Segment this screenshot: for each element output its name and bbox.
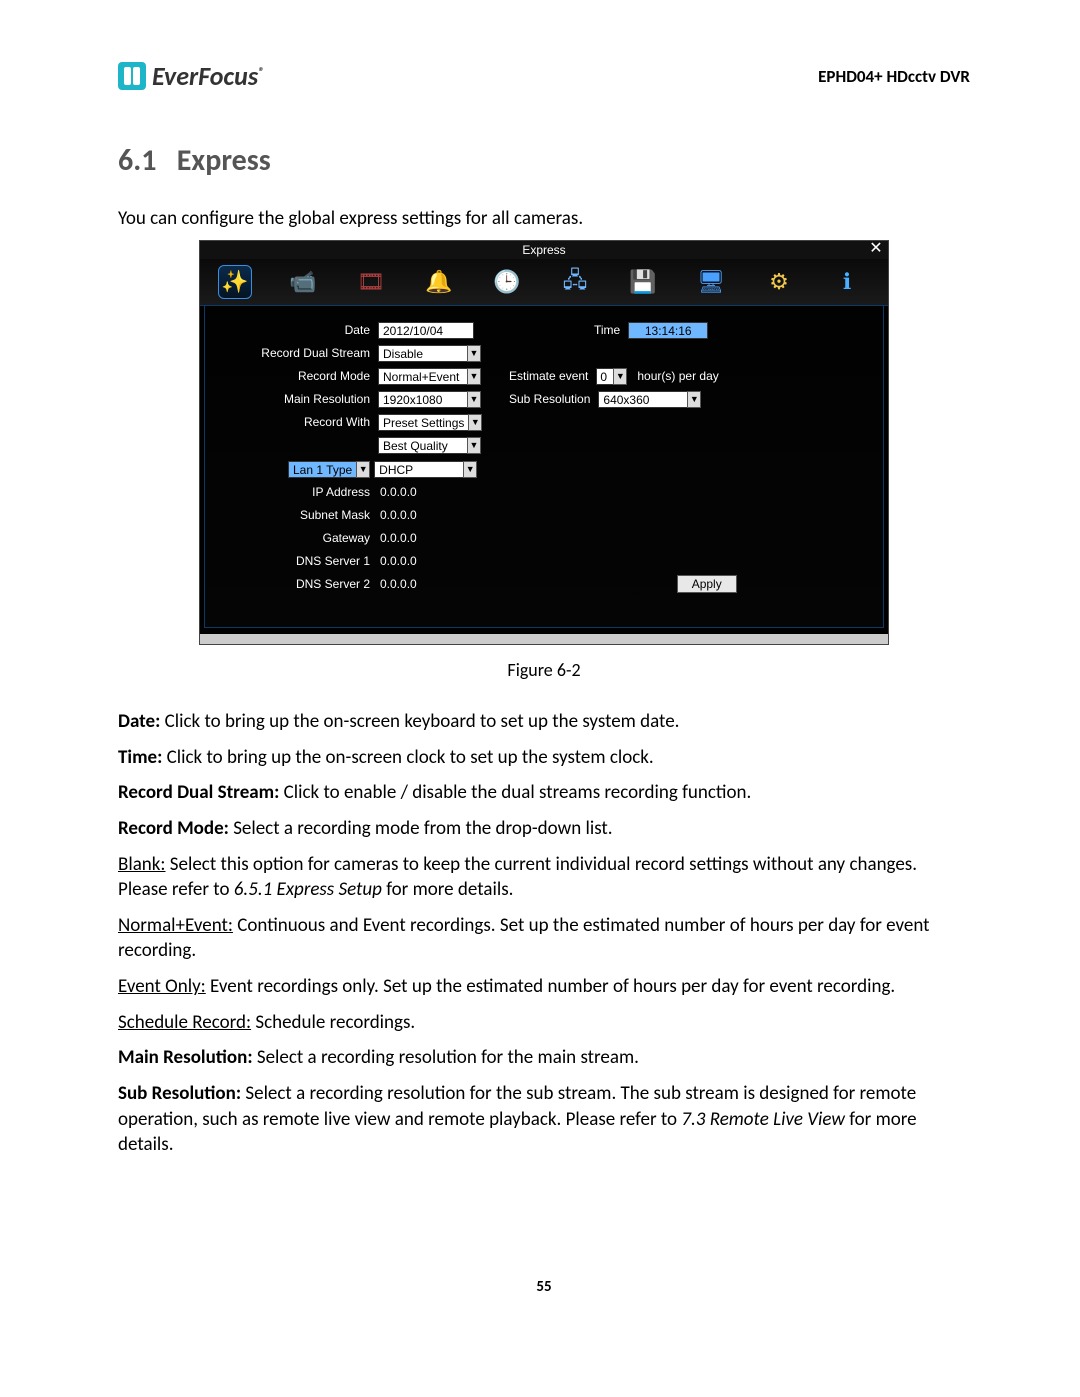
sub-resolution-label: Sub Resolution bbox=[509, 392, 598, 406]
subnet-mask-label: Subnet Mask bbox=[223, 508, 378, 522]
date-label: Date bbox=[223, 323, 378, 337]
chevron-down-icon[interactable]: ▼ bbox=[467, 437, 481, 454]
chevron-down-icon[interactable]: ▼ bbox=[356, 461, 370, 478]
dns2-value: 0.0.0.0 bbox=[378, 577, 417, 591]
dvr-window-title: Express bbox=[522, 243, 565, 257]
registered-mark: ® bbox=[258, 65, 264, 79]
record-mode-label: Record Mode bbox=[223, 369, 378, 383]
sub-resolution-select[interactable]: 640x360 bbox=[598, 391, 688, 408]
gateway-label: Gateway bbox=[223, 531, 378, 545]
close-icon[interactable]: ✕ bbox=[868, 242, 884, 258]
estimate-event-field[interactable]: 0 bbox=[596, 368, 614, 385]
record-quality-select[interactable]: Best Quality bbox=[378, 437, 468, 454]
disk-icon[interactable]: 💾 bbox=[626, 265, 660, 299]
gears-icon[interactable]: ⚙ bbox=[762, 265, 796, 299]
monitor-icon[interactable]: 🖥 bbox=[694, 265, 728, 299]
ip-address-label: IP Address bbox=[223, 485, 378, 499]
dns1-label: DNS Server 1 bbox=[223, 554, 378, 568]
film-icon[interactable]: 🎞 bbox=[354, 265, 388, 299]
info-icon[interactable]: ℹ bbox=[830, 265, 864, 299]
estimate-event-label: Estimate event bbox=[509, 369, 596, 383]
brand-logo: EverFocus® bbox=[118, 60, 264, 92]
dual-stream-select[interactable]: Disable bbox=[378, 345, 468, 362]
subnet-mask-value: 0.0.0.0 bbox=[378, 508, 417, 522]
sparkle-icon[interactable]: ✨ bbox=[218, 265, 252, 299]
dvr-icon-bar: ✨ 📹 🎞 🔔 🕒 🖧 💾 🖥 ⚙ ℹ bbox=[200, 259, 888, 306]
chevron-down-icon[interactable]: ▼ bbox=[467, 368, 481, 385]
main-resolution-select[interactable]: 1920x1080 bbox=[378, 391, 468, 408]
dvr-title-bar: Express ✕ bbox=[200, 241, 888, 259]
figure-caption: Figure 6-2 bbox=[118, 659, 970, 681]
record-with-select[interactable]: Preset Settings bbox=[378, 414, 469, 431]
dual-stream-label: Record Dual Stream bbox=[223, 346, 378, 360]
chevron-down-icon[interactable]: ▼ bbox=[467, 391, 481, 408]
chevron-down-icon[interactable]: ▼ bbox=[468, 414, 482, 431]
section-title: 6.1 Express bbox=[118, 142, 970, 179]
gateway-value: 0.0.0.0 bbox=[378, 531, 417, 545]
chevron-down-icon[interactable]: ▼ bbox=[687, 391, 701, 408]
ip-address-value: 0.0.0.0 bbox=[378, 485, 417, 499]
camera-icon[interactable]: 📹 bbox=[286, 265, 320, 299]
chevron-down-icon[interactable]: ▼ bbox=[467, 345, 481, 362]
date-field[interactable]: 2012/10/04 bbox=[378, 322, 474, 339]
lan-mode-select[interactable]: DHCP bbox=[374, 461, 464, 478]
chevron-down-icon[interactable]: ▼ bbox=[463, 461, 477, 478]
apply-button[interactable]: Apply bbox=[677, 575, 737, 593]
time-label: Time bbox=[594, 323, 628, 337]
description-block: Date: Click to bring up the on-screen ke… bbox=[118, 709, 970, 1158]
hours-per-day-label: hour(s) per day bbox=[635, 369, 718, 383]
page-header: EverFocus® EPHD04+ HDcctv DVR bbox=[118, 60, 970, 92]
logo-icon bbox=[118, 62, 146, 90]
product-name: EPHD04+ HDcctv DVR bbox=[818, 66, 970, 87]
record-with-label: Record With bbox=[223, 415, 378, 429]
main-resolution-label: Main Resolution bbox=[223, 392, 378, 406]
clock-icon[interactable]: 🕒 bbox=[490, 265, 524, 299]
chevron-down-icon[interactable]: ▼ bbox=[613, 368, 627, 385]
dns1-value: 0.0.0.0 bbox=[378, 554, 417, 568]
bell-icon[interactable]: 🔔 bbox=[422, 265, 456, 299]
page-number: 55 bbox=[118, 1278, 970, 1296]
dvr-express-panel: Express ✕ ✨ 📹 🎞 🔔 🕒 🖧 💾 🖥 ⚙ ℹ Date 2012/… bbox=[199, 240, 889, 645]
lan-type-select[interactable]: Lan 1 Type bbox=[288, 461, 357, 478]
network-icon[interactable]: 🖧 bbox=[558, 265, 592, 299]
brand-name: EverFocus bbox=[152, 60, 258, 92]
record-mode-select[interactable]: Normal+Event bbox=[378, 368, 468, 385]
intro-text: You can configure the global express set… bbox=[118, 207, 970, 230]
dvr-footer-bar bbox=[200, 634, 888, 644]
dns2-label: DNS Server 2 bbox=[223, 577, 378, 591]
time-field[interactable]: 13:14:16 bbox=[628, 322, 708, 339]
